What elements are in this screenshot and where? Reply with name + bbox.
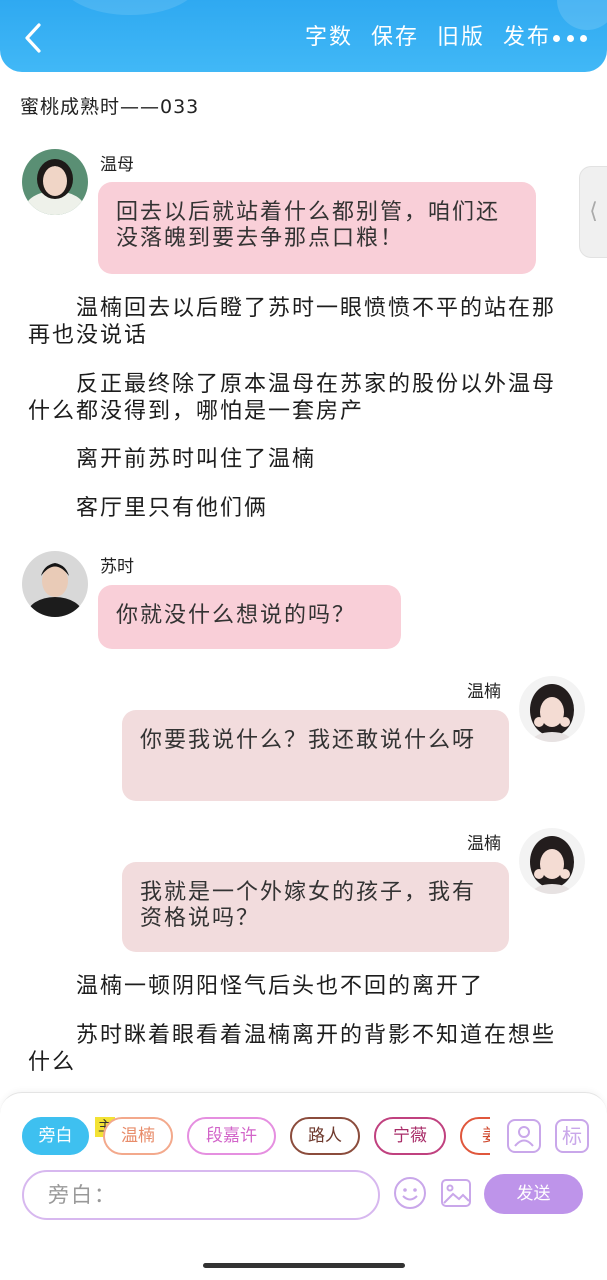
chat-bubble[interactable]: 你就没什么想说的吗？ bbox=[98, 585, 401, 649]
send-button[interactable]: 发送 bbox=[484, 1174, 583, 1214]
person-icon bbox=[514, 1126, 534, 1147]
more-dot-icon bbox=[566, 34, 574, 42]
chat-bubble[interactable]: 回去以后就站着什么都别管，咱们还没落魄到要去争那点口粮！ bbox=[98, 182, 536, 274]
old-version-button[interactable]: 旧版 bbox=[437, 20, 485, 56]
narration-paragraph[interactable]: 温楠一顿阴阳怪气后头也不回的离开了 bbox=[28, 973, 568, 1000]
role-chip-wennan[interactable]: 温楠 bbox=[103, 1117, 173, 1155]
document-title: 蜜桃成熟时——033 bbox=[20, 96, 200, 118]
role-chip-overflow: 姜 bbox=[460, 1117, 490, 1155]
chat-bubble[interactable]: 我就是一个外嫁女的孩子，我有资格说吗？ bbox=[122, 862, 509, 952]
top-navigation-bar: 字数 保存 旧版 发布 bbox=[0, 0, 607, 72]
role-chip-jiang[interactable]: 姜 bbox=[460, 1117, 490, 1155]
more-options-button[interactable] bbox=[553, 28, 587, 48]
role-chip-narrator[interactable]: 旁白 bbox=[22, 1117, 89, 1155]
mark-icon: 标 bbox=[562, 1124, 582, 1148]
chat-bubble[interactable]: 你要我说什么？我还敢说什么呀 bbox=[122, 710, 509, 801]
more-dot-icon bbox=[580, 34, 587, 42]
save-button[interactable]: 保存 bbox=[371, 20, 419, 56]
role-chip-duanjiaxu[interactable]: 段嘉许 bbox=[187, 1117, 276, 1155]
add-role-button[interactable] bbox=[507, 1119, 541, 1153]
emoji-icon bbox=[394, 1177, 426, 1209]
back-button[interactable] bbox=[18, 20, 48, 56]
home-indicator[interactable] bbox=[203, 1263, 405, 1268]
mark-button[interactable]: 标 bbox=[555, 1119, 589, 1153]
narration-paragraph[interactable]: 苏时眯着眼看着温楠离开的背影不知道在想些什么 bbox=[28, 1022, 568, 1076]
header-actions: 字数 保存 旧版 发布 bbox=[305, 20, 551, 56]
word-count-button[interactable]: 字数 bbox=[305, 20, 353, 56]
narration-paragraph[interactable]: 离开前苏时叫住了温楠 bbox=[28, 446, 568, 473]
emoji-button[interactable] bbox=[392, 1175, 428, 1211]
avatar-wenmu bbox=[22, 149, 88, 215]
avatar-sushi bbox=[22, 551, 88, 617]
avatar-wennan bbox=[519, 676, 585, 742]
side-drawer-handle[interactable]: ⟨ bbox=[579, 166, 607, 258]
image-button[interactable] bbox=[438, 1175, 474, 1211]
publish-button[interactable]: 发布 bbox=[503, 20, 551, 56]
narration-paragraph[interactable]: 客厅里只有他们俩 bbox=[28, 495, 568, 522]
speaker-name: 温母 bbox=[100, 155, 134, 175]
role-chip-passerby[interactable]: 路人 bbox=[290, 1117, 360, 1155]
speaker-name: 苏时 bbox=[100, 557, 134, 577]
narration-paragraph[interactable]: 反正最终除了原本温母在苏家的股份以外温母什么都没得到，哪怕是一套房产 bbox=[28, 371, 568, 425]
speaker-name: 温楠 bbox=[467, 834, 501, 854]
message-input[interactable] bbox=[24, 1172, 378, 1218]
narration-paragraph[interactable]: 温楠回去以后瞪了苏时一眼愤愤不平的站在那再也没说话 bbox=[28, 295, 568, 349]
speaker-name: 温楠 bbox=[467, 682, 501, 702]
image-icon bbox=[441, 1179, 471, 1207]
header-decoration bbox=[557, 0, 607, 30]
message-input-wrapper bbox=[22, 1170, 380, 1220]
avatar-wennan bbox=[519, 828, 585, 894]
chevron-left-icon bbox=[25, 23, 41, 53]
header-decoration bbox=[60, 0, 200, 15]
more-dot-icon bbox=[553, 34, 560, 42]
role-chip-ningwei[interactable]: 宁薇 bbox=[374, 1117, 446, 1155]
